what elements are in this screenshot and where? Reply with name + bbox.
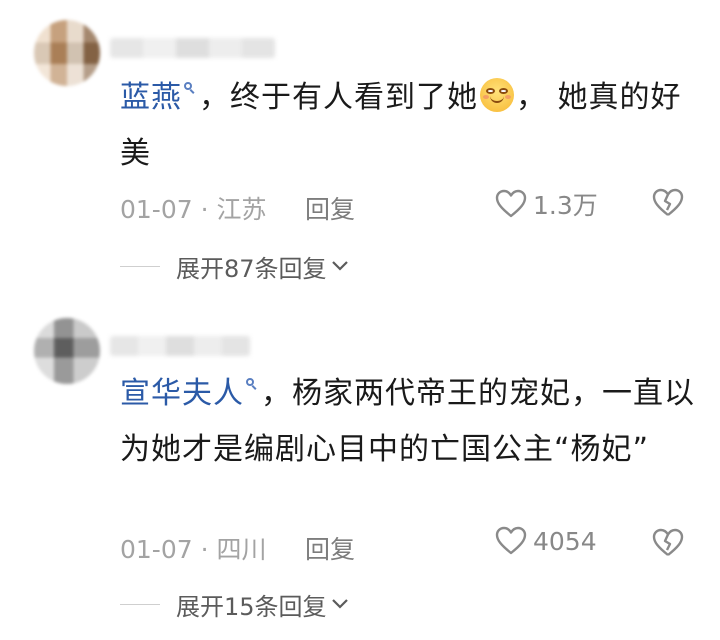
like-count: 4054 [533, 526, 597, 556]
date-location: 01-07 · 江苏 [120, 195, 267, 224]
username[interactable]: 蓝燕 [120, 80, 182, 115]
avatar[interactable] [34, 318, 100, 384]
comment-body: ，终于有人看到了她 [199, 80, 478, 115]
comment-meta: 01-07 · 江苏 回复 1.3万 [120, 184, 695, 224]
divider-line [120, 265, 160, 267]
expand-label: 展开87条回复 [176, 254, 327, 283]
broken-heart-icon [652, 188, 684, 216]
date-location: 01-07 · 四川 [120, 535, 267, 564]
comment-text[interactable]: 宣华夫人 ，杨家两代帝王的宠妃，一直以为她才是编剧心目中的亡国公主“杨妃” [120, 366, 695, 478]
comment-meta: 01-07 · 四川 回复 4054 [120, 524, 695, 564]
redacted-nickname [110, 38, 275, 58]
redacted-nickname [110, 336, 250, 356]
username[interactable]: 宣华夫人 [120, 376, 244, 411]
search-icon[interactable] [184, 82, 195, 93]
comment-text[interactable]: 蓝燕 ，终于有人看到了她， 她真的好美 [120, 70, 695, 182]
like-button[interactable]: 1.3万 [495, 186, 598, 222]
heart-icon [495, 189, 527, 218]
chevron-down-icon [331, 599, 348, 609]
expand-replies-button[interactable]: 展开15条回复 [120, 586, 349, 622]
chevron-down-icon [331, 261, 348, 271]
reply-button[interactable]: 回复 [305, 190, 355, 226]
dislike-button[interactable] [652, 188, 684, 224]
heart-icon [495, 526, 527, 555]
avatar[interactable] [34, 20, 100, 86]
dislike-button[interactable] [652, 528, 684, 564]
like-button[interactable]: 4054 [495, 526, 597, 556]
like-count: 1.3万 [533, 191, 598, 220]
broken-heart-icon [652, 528, 684, 556]
expand-label: 展开15条回复 [176, 592, 327, 621]
search-icon[interactable] [246, 378, 257, 389]
reply-button[interactable]: 回复 [305, 530, 355, 566]
divider-line [120, 603, 160, 605]
expand-replies-button[interactable]: 展开87条回复 [120, 248, 349, 284]
smile-emoji-icon [480, 78, 514, 112]
